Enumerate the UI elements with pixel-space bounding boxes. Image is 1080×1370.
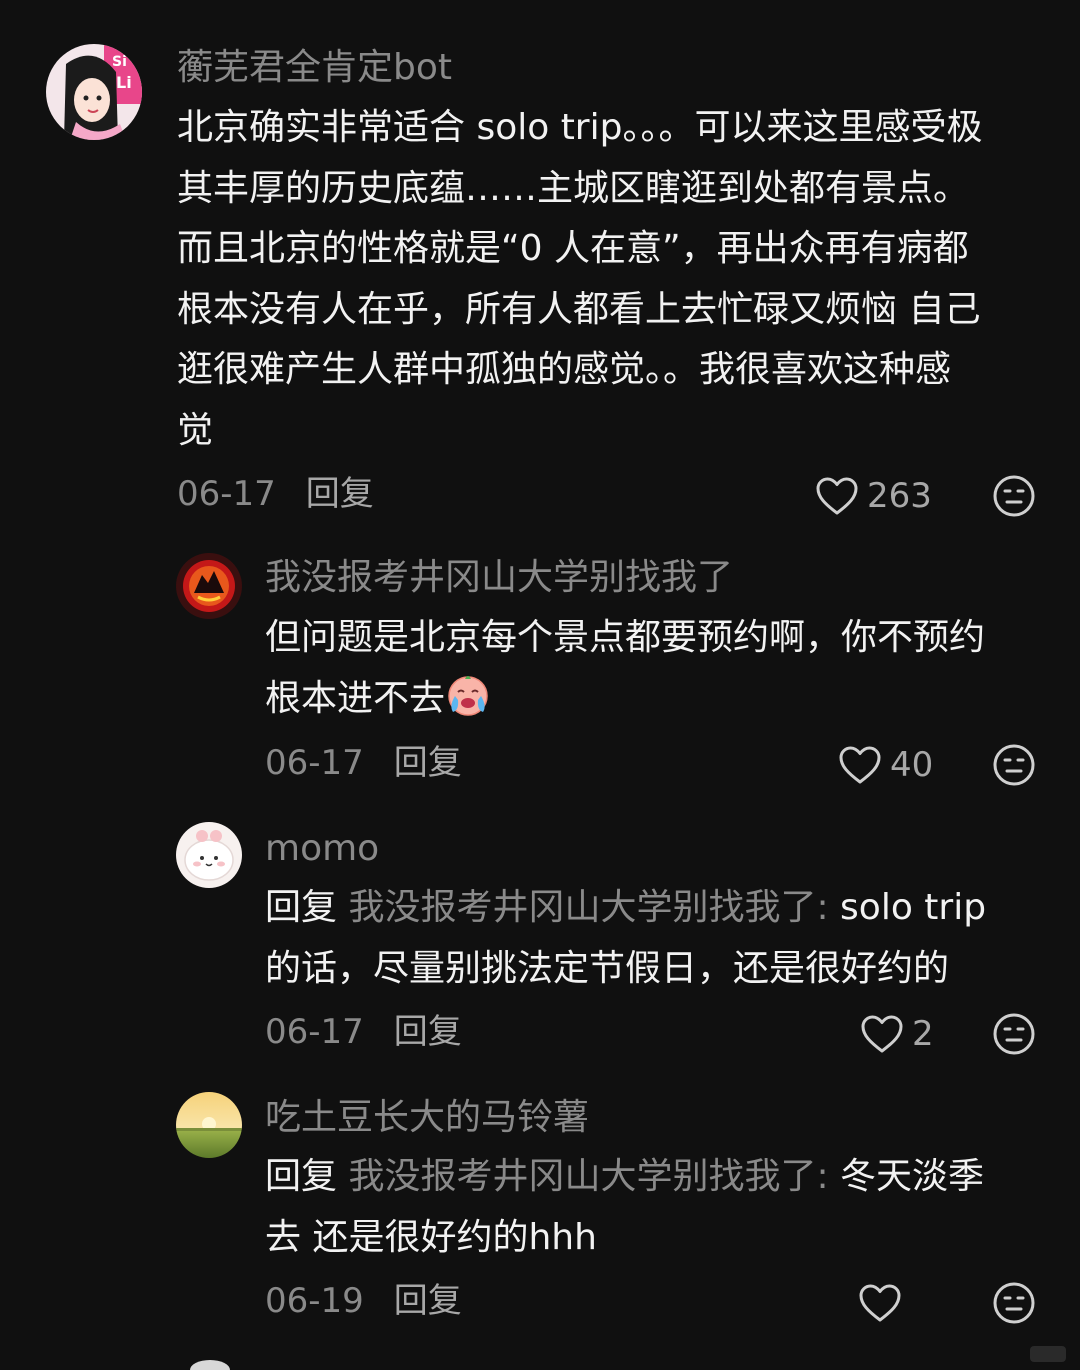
like-count: 2 (912, 1014, 934, 1054)
comment-date: 06-17 (265, 743, 364, 783)
comment-line: 根本进不去 (265, 669, 985, 730)
comment-meta: 06-19 回复 (265, 1281, 462, 1321)
comment-meta: 06-17 回复 (265, 1012, 462, 1052)
comment-line: 北京确实非常适合 solo trip。。。可以来这里感受极 (177, 107, 983, 148)
like-button[interactable]: 263 (815, 474, 932, 518)
avatar[interactable] (176, 822, 242, 888)
reply-target-username[interactable]: 我没报考井冈山大学别找我了: (348, 887, 828, 928)
like-button[interactable] (858, 1281, 910, 1325)
comment-line: 而且北京的性格就是“0 人在意”，再出众再有病都 (177, 228, 969, 269)
like-count: 40 (890, 745, 934, 785)
dislike-button[interactable] (992, 1281, 1036, 1325)
avatar-image (176, 822, 242, 888)
watermark-logo (1030, 1346, 1066, 1362)
comment-line: 其丰厚的历史底蕴……主城区瞎逛到处都有景点。 (177, 167, 970, 209)
comment-text: 回复 我没报考井冈山大学别找我了: 冬天淡季 去 还是很好约的hhh (265, 1147, 984, 1268)
comment-username[interactable]: 吃土豆长大的马铃薯 (265, 1098, 589, 1138)
comment-line: 去 还是很好约的hhh (265, 1216, 597, 1258)
comment-line-text: solo trip (828, 887, 987, 928)
comment-line: 的话，尽量别挑法定节假日，还是很好约的 (265, 947, 950, 989)
reply-button[interactable]: 回复 (394, 1281, 462, 1321)
comment-thread: Si Li 蘅芜君全肯定bot 北京确实非常适合 solo trip。。。可以来… (0, 0, 1080, 1370)
svg-text:Si: Si (112, 54, 127, 70)
reply-button[interactable]: 回复 (306, 474, 374, 514)
like-button[interactable]: 40 (838, 743, 933, 787)
dislike-button[interactable] (992, 743, 1036, 787)
neutral-face-icon (993, 1282, 1035, 1324)
avatar[interactable] (190, 1360, 230, 1370)
comment-username[interactable]: 蘅芜君全肯定bot (177, 48, 452, 88)
comment-username[interactable]: momo (265, 829, 379, 869)
heart-outline-icon (859, 1284, 901, 1322)
comment-line: 逛很难产生人群中孤独的感觉。。我很喜欢这种感 (177, 349, 952, 390)
reply-target-username[interactable]: 我没报考井冈山大学别找我了: (348, 1156, 828, 1197)
comment-text: 回复 我没报考井冈山大学别找我了: solo trip 的话，尽量别挑法定节假日… (265, 878, 986, 999)
avatar[interactable]: Si Li (46, 44, 142, 140)
like-count: 263 (867, 476, 932, 516)
avatar[interactable] (176, 1092, 242, 1158)
like-button[interactable]: 2 (860, 1012, 934, 1056)
dislike-button[interactable] (992, 474, 1036, 518)
comment-line: 回复 我没报考井冈山大学别找我了: solo trip (265, 878, 986, 939)
avatar-image (176, 1092, 242, 1158)
comment-line: 回复 我没报考井冈山大学别找我了: 冬天淡季 (265, 1147, 984, 1208)
comment-date: 06-17 (177, 474, 276, 514)
avatar[interactable] (176, 553, 242, 619)
neutral-face-icon (993, 744, 1035, 786)
comment-date: 06-17 (265, 1012, 364, 1052)
comment-username[interactable]: 我没报考井冈山大学别找我了 (265, 558, 733, 598)
reply-button[interactable]: 回复 (394, 1012, 462, 1052)
dislike-button[interactable] (992, 1012, 1036, 1056)
comment-meta: 06-17 回复 (177, 474, 374, 514)
avatar-image: Si Li (46, 44, 142, 140)
heart-outline-icon (816, 477, 858, 515)
reply-button[interactable]: 回复 (394, 743, 462, 783)
crying-face-emoji (448, 675, 488, 716)
reply-prefix: 回复 (265, 1156, 338, 1197)
comment-meta: 06-17 回复 (265, 743, 462, 783)
comment-line-text: 根本进不去 (265, 677, 446, 719)
comment-date: 06-19 (265, 1281, 364, 1321)
heart-outline-icon (839, 746, 881, 784)
comment-line: 根本没有人在乎，所有人都看上去忙碌又烦恼 自己 (177, 288, 981, 330)
neutral-face-icon (993, 475, 1035, 517)
comment-text: 但问题是北京每个景点都要预约啊，你不预约 根本进不去 (265, 608, 985, 729)
comment-line: 但问题是北京每个景点都要预约啊，你不预约 (265, 617, 986, 658)
neutral-face-icon (993, 1013, 1035, 1055)
reply-prefix: 回复 (265, 887, 338, 928)
comment-text: 北京确实非常适合 solo trip。。。可以来这里感受极 其丰厚的历史底蕴……… (177, 98, 982, 461)
comment-line-text: 冬天淡季 (828, 1156, 985, 1197)
comment-line: 觉 (177, 409, 214, 451)
heart-outline-icon (861, 1015, 903, 1053)
avatar-image (176, 553, 242, 619)
svg-text:Li: Li (116, 73, 132, 92)
